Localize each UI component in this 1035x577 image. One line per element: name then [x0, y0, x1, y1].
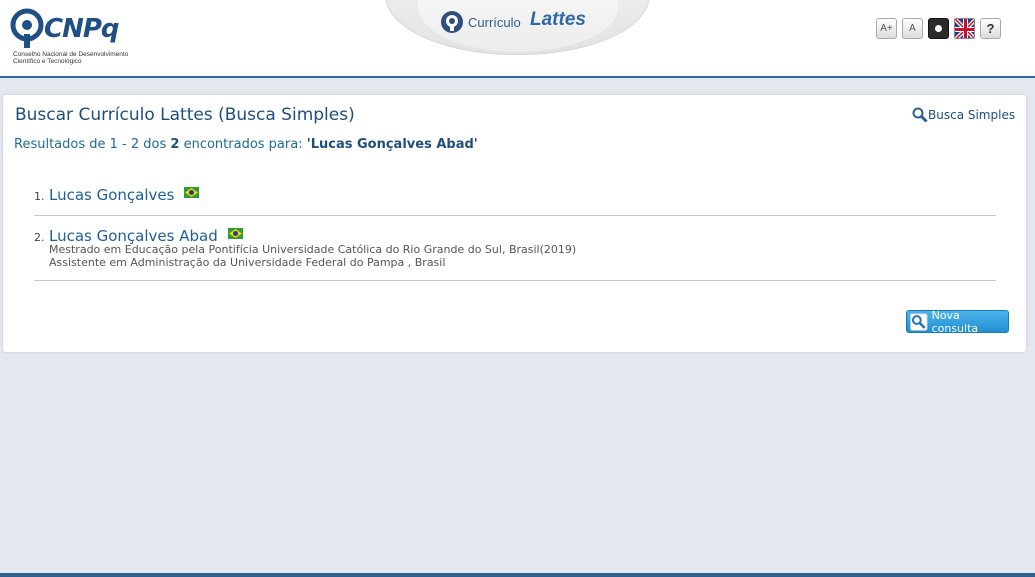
busca-simples-label: Busca Simples: [928, 108, 1016, 122]
cnpq-logo-mark-icon: [10, 8, 44, 48]
result-position: Assistente em Administração da Universid…: [49, 256, 446, 269]
result-name: Lucas Gonçalves: [49, 186, 175, 204]
summary-mid: encontrados para:: [183, 137, 303, 152]
search-icon: [912, 107, 928, 123]
result-degree: Mestrado em Educação pela Pontifícia Uni…: [49, 243, 577, 256]
nova-consulta-label: Nova consulta: [931, 308, 979, 335]
result-item: 2. Lucas Gonçalves Abad Mestrado em Educ…: [34, 223, 996, 281]
nova-consulta-button[interactable]: Nova consulta: [906, 308, 1009, 335]
magnifier-icon: [910, 312, 928, 331]
summary-count: 2: [170, 137, 180, 152]
contrast-button[interactable]: [928, 18, 949, 39]
busca-simples-link[interactable]: Busca Simples: [912, 107, 1015, 123]
result-number: 1.: [34, 190, 45, 203]
results-summary: Resultados de 1 - 2 dos 2 encontrados pa…: [14, 137, 478, 152]
font-reset-button[interactable]: A: [902, 18, 923, 39]
logo-text: CNPq: [44, 14, 120, 44]
result-name-link[interactable]: Lucas Gonçalves: [49, 186, 200, 204]
bottom-bar: [0, 573, 1035, 577]
result-item: 1. Lucas Gonçalves: [34, 182, 996, 216]
page-title: Buscar Currículo Lattes (Busca Simples): [15, 105, 355, 125]
font-increase-button[interactable]: A+: [876, 18, 897, 39]
accessibility-toolbar: A+ A ?: [876, 18, 1001, 39]
help-button[interactable]: ?: [980, 18, 1001, 39]
product-prefix: Currículo: [468, 15, 521, 30]
brazil-flag-icon: [184, 187, 200, 198]
cnpq-logo[interactable]: CNPq Conselho Nacional de Desenvolviment…: [10, 6, 135, 68]
result-number: 2.: [34, 231, 45, 244]
product-name: Lattes: [530, 9, 586, 30]
english-language-button[interactable]: [954, 18, 975, 39]
summary-prefix: Resultados de 1 - 2 dos: [14, 137, 167, 152]
site-header: CNPq Conselho Nacional de Desenvolviment…: [0, 0, 1035, 78]
contrast-icon: [935, 25, 942, 32]
uk-flag-icon: [955, 19, 974, 38]
summary-query: 'Lucas Gonçalves Abad': [306, 137, 478, 152]
brazil-flag-icon: [227, 228, 243, 239]
logo-subtitle: Conselho Nacional de Desenvolvimento Cie…: [13, 51, 129, 65]
lattes-logo-icon: [441, 11, 463, 33]
search-results-panel: Buscar Currículo Lattes (Busca Simples) …: [3, 95, 1026, 352]
